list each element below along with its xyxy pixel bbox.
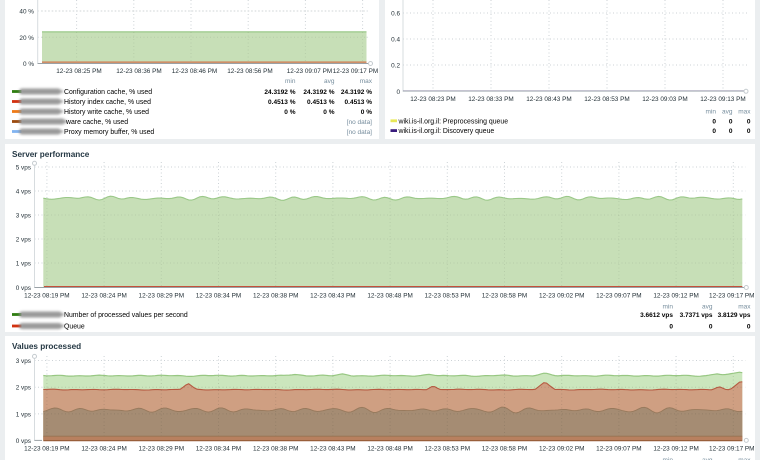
svg-text:wiki.is-il.org.il: Discovery q: wiki.is-il.org.il: Discovery queue [398,128,495,135]
svg-text:Number of processed values per: Number of processed values per second [64,312,188,319]
svg-text:max: max [738,109,751,116]
svg-text:wiki.is-il.org.il: Preprocessi: wiki.is-il.org.il: Preprocessing queue [398,118,509,125]
svg-text:24.3192 %: 24.3192 % [341,89,372,96]
svg-text:0.2: 0.2 [391,63,400,70]
svg-text:12-23 09:03 PM: 12-23 09:03 PM [642,96,687,103]
svg-text:0: 0 [747,128,751,135]
svg-text:0: 0 [729,128,733,135]
svg-text:avg: avg [324,78,335,85]
svg-text:12-23 09:07 PM: 12-23 09:07 PM [287,68,332,75]
svg-text:max: max [738,304,751,311]
svg-text:0.4513 %: 0.4513 % [345,99,373,106]
svg-text:[no data]: [no data] [347,129,372,136]
svg-text:12-23 08:38 PM: 12-23 08:38 PM [253,446,298,453]
svg-text:0: 0 [396,89,400,96]
svg-text:12-23 08:53 PM: 12-23 08:53 PM [425,293,470,300]
svg-text:12-23 08:19 PM: 12-23 08:19 PM [24,446,69,453]
svg-text:Proxy memory buffer, % used: Proxy memory buffer, % used [64,129,154,136]
svg-text:min: min [285,78,296,85]
svg-text:3.6612 vps: 3.6612 vps [640,312,673,319]
svg-text:12-23 08:38 PM: 12-23 08:38 PM [253,293,298,300]
svg-text:12-23 08:43 PM: 12-23 08:43 PM [310,293,355,300]
svg-text:0 %: 0 % [23,61,34,68]
svg-text:12-23 08:48 PM: 12-23 08:48 PM [367,293,412,300]
svg-text:[no data]: [no data] [347,119,372,126]
svg-text:12-23 09:17 PM: 12-23 09:17 PM [709,446,754,453]
svg-text:0: 0 [712,128,716,135]
svg-text:2 vps: 2 vps [16,237,31,244]
svg-text:12-23 09:02 PM: 12-23 09:02 PM [539,293,584,300]
svg-text:0 vps: 0 vps [16,285,31,292]
svg-text:24.3192 %: 24.3192 % [264,89,295,96]
svg-text:0: 0 [712,118,716,125]
svg-text:12-23 08:23 PM: 12-23 08:23 PM [410,96,455,103]
svg-text:3 vps: 3 vps [16,358,31,365]
svg-text:Configuration cache, % used: Configuration cache, % used [64,89,152,96]
svg-text:12-23 08:19 PM: 12-23 08:19 PM [24,293,69,300]
svg-text:2 vps: 2 vps [16,385,31,392]
svg-text:12-23 08:29 PM: 12-23 08:29 PM [139,293,184,300]
svg-text:Queue: Queue [64,324,85,331]
svg-text:12-23 08:43 PM: 12-23 08:43 PM [526,96,571,103]
svg-text:History write cache, % used: History write cache, % used [64,109,149,116]
svg-text:0 %: 0 % [361,109,372,116]
svg-text:3.8129 vps: 3.8129 vps [718,312,751,319]
svg-text:12-23 08:58 PM: 12-23 08:58 PM [482,446,527,453]
svg-text:12-23 08:53 PM: 12-23 08:53 PM [584,96,629,103]
svg-text:12-23 08:34 PM: 12-23 08:34 PM [196,446,241,453]
svg-text:0 %: 0 % [284,109,295,116]
svg-text:12-23 08:24 PM: 12-23 08:24 PM [81,293,126,300]
svg-text:12-23 08:25 PM: 12-23 08:25 PM [56,68,101,75]
svg-text:0 vps: 0 vps [16,438,31,445]
svg-text:12-23 08:29 PM: 12-23 08:29 PM [139,446,184,453]
svg-text:avg: avg [702,304,713,311]
svg-text:40 %: 40 % [19,9,34,16]
svg-text:0.4513 %: 0.4513 % [307,99,335,106]
svg-text:0: 0 [669,324,673,331]
svg-text:12-23 08:36 PM: 12-23 08:36 PM [116,68,161,75]
svg-text:12-23 08:34 PM: 12-23 08:34 PM [196,293,241,300]
svg-text:4 vps: 4 vps [16,189,31,196]
svg-text:3.7371 vps: 3.7371 vps [680,312,713,319]
svg-text:1 vps: 1 vps [16,261,31,268]
svg-text:0.4: 0.4 [391,37,400,44]
svg-text:1 vps: 1 vps [16,411,31,418]
svg-text:0: 0 [747,324,751,331]
svg-text:12-23 08:53 PM: 12-23 08:53 PM [425,446,470,453]
svg-text:ware cache, % used: ware cache, % used [65,119,128,126]
svg-text:12-23 08:33 PM: 12-23 08:33 PM [468,96,513,103]
svg-text:12-23 08:56 PM: 12-23 08:56 PM [227,68,272,75]
svg-text:History index cache, % used: History index cache, % used [64,99,151,106]
svg-text:12-23 08:48 PM: 12-23 08:48 PM [367,446,412,453]
svg-text:12-23 09:12 PM: 12-23 09:12 PM [653,293,698,300]
svg-text:12-23 09:17 PM: 12-23 09:17 PM [709,293,754,300]
svg-text:12-23 09:13 PM: 12-23 09:13 PM [700,96,745,103]
svg-text:5 vps: 5 vps [16,165,31,172]
svg-text:20 %: 20 % [19,35,34,42]
svg-text:24.3192 %: 24.3192 % [303,89,334,96]
svg-text:0: 0 [729,118,733,125]
svg-text:0 %: 0 % [323,109,334,116]
svg-text:min: min [663,304,674,311]
svg-text:12-23 08:43 PM: 12-23 08:43 PM [310,446,355,453]
svg-text:12-23 09:02 PM: 12-23 09:02 PM [539,446,584,453]
svg-text:12-23 09:17 PM: 12-23 09:17 PM [333,68,378,75]
svg-text:12-23 09:07 PM: 12-23 09:07 PM [596,446,641,453]
svg-text:3 vps: 3 vps [16,213,31,220]
svg-text:12-23 09:12 PM: 12-23 09:12 PM [653,446,698,453]
svg-text:12-23 08:24 PM: 12-23 08:24 PM [81,446,126,453]
svg-text:0: 0 [747,118,751,125]
svg-text:12-23 09:07 PM: 12-23 09:07 PM [596,293,641,300]
svg-text:avg: avg [722,109,733,116]
svg-text:12-23 08:46 PM: 12-23 08:46 PM [172,68,217,75]
svg-text:min: min [706,109,717,116]
svg-text:max: max [360,78,373,85]
svg-text:0.4513 %: 0.4513 % [268,99,296,106]
svg-text:0.6: 0.6 [391,11,400,18]
svg-text:12-23 08:58 PM: 12-23 08:58 PM [482,293,527,300]
svg-text:0: 0 [709,324,713,331]
